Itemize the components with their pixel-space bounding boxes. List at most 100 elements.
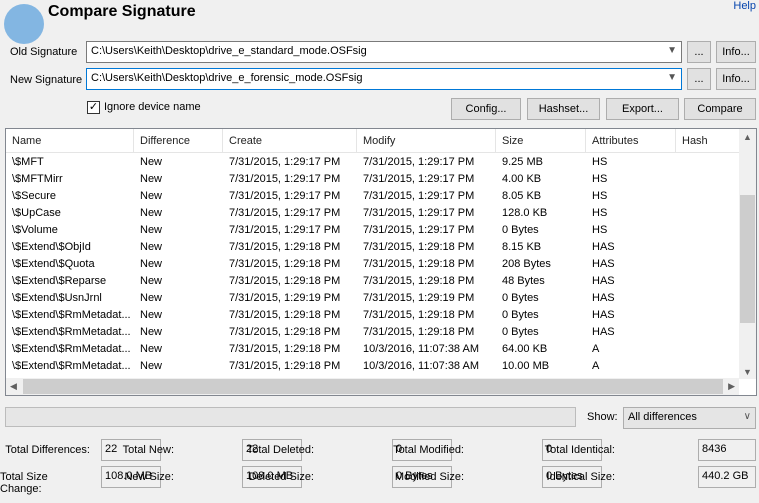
differences-list[interactable]: Name Difference Create Modify Size Attributes… — [5, 128, 757, 396]
table-cell: 7/31/2015, 1:29:18 PM — [363, 258, 475, 270]
table-cell: HS — [592, 156, 608, 168]
export-button[interactable]: Export... — [606, 98, 679, 120]
scroll-down-icon[interactable]: ▼ — [743, 367, 752, 377]
table-cell: HAS — [592, 275, 615, 287]
table-cell: 10/3/2016, 11:07:38 AM — [363, 360, 479, 372]
table-row[interactable]: \$MFT New 7/31/2015, 1:29:17 PM 7/31/2015, … — [6, 154, 741, 171]
scroll-left-icon[interactable]: ◀ — [10, 381, 17, 392]
table-cell: 128.0 KB — [502, 207, 548, 219]
help-link[interactable]: Help — [733, 0, 756, 12]
table-cell: 7/31/2015, 1:29:18 PM — [229, 275, 341, 287]
table-cell: 7/31/2015, 1:29:17 PM — [229, 173, 341, 185]
table-cell: 8.05 KB — [502, 190, 542, 202]
table-cell: 64.00 KB — [502, 343, 548, 355]
table-row[interactable]: \$Extend\$ObjId New 7/31/2015, 1:29:18 PM 7… — [6, 239, 741, 256]
table-cell: \$MFT — [12, 156, 44, 168]
scroll-up-icon[interactable]: ▲ — [743, 132, 752, 142]
old-signature-field[interactable]: C:\Users\Keith\Desktop\drive_e_standard_… — [86, 41, 682, 63]
column-header[interactable]: Create — [223, 129, 357, 153]
table-cell: 7/31/2015, 1:29:18 PM — [229, 360, 341, 372]
column-header[interactable]: Hash — [676, 129, 741, 153]
table-cell: 208 Bytes — [502, 258, 551, 270]
table-cell: \$Extend\$UsnJrnl — [12, 292, 102, 304]
table-cell: \$Volume — [12, 224, 58, 236]
table-row[interactable]: \$Extend\$RmMetadat... New 7/31/2015, 1:29… — [6, 341, 741, 358]
table-cell: 10.00 MB — [502, 360, 550, 372]
scrollbar-thumb[interactable] — [740, 195, 755, 323]
table-row[interactable]: \$Extend\$UsnJrnl New 7/31/2015, 1:29:19 P… — [6, 290, 741, 307]
table-cell: 7/31/2015, 1:29:18 PM — [363, 309, 475, 321]
table-cell: New — [140, 258, 163, 270]
table-cell: New — [140, 309, 163, 321]
table-row[interactable]: \$Extend\$RmMetadat... New 7/31/2015, 1:29… — [6, 324, 741, 341]
column-header[interactable]: Difference — [134, 129, 223, 153]
table-row[interactable]: \$Extend\$RmMetadat... New 7/31/2015, 1:29… — [6, 307, 741, 324]
stat-label: Total New: — [122, 444, 174, 456]
chevron-down-icon[interactable]: ▼ — [667, 72, 677, 83]
table-row[interactable]: \$MFTMirr New 7/31/2015, 1:29:17 PM 7/31/20… — [6, 171, 741, 188]
table-cell: New — [140, 343, 163, 355]
new-signature-label: New Signature — [10, 74, 83, 86]
table-row[interactable]: \$UpCase New 7/31/2015, 1:29:17 PM 7/31/201… — [6, 205, 741, 222]
table-cell: HAS — [592, 258, 615, 270]
table-cell: 9.25 MB — [502, 156, 543, 168]
scrollbar-thumb[interactable] — [23, 379, 723, 394]
table-cell: 0 Bytes — [502, 326, 539, 338]
table-cell: 7/31/2015, 1:29:18 PM — [363, 241, 475, 253]
table-cell: New — [140, 173, 163, 185]
table-cell: New — [140, 326, 163, 338]
progress-bar — [5, 407, 576, 427]
table-row[interactable]: \$Extend\$Reparse New 7/31/2015, 1:29:18 P… — [6, 273, 741, 290]
list-header: Name Difference Create Modify Size Attributes… — [6, 129, 741, 153]
table-row[interactable]: \$Extend\$Quota New 7/31/2015, 1:29:18 PM 7… — [6, 256, 741, 273]
table-cell: \$Extend\$RmMetadat... — [12, 343, 131, 355]
table-cell: 7/31/2015, 1:29:17 PM — [363, 224, 475, 236]
table-cell: A — [592, 360, 600, 372]
old-signature-label: Old Signature — [10, 46, 78, 58]
old-info-button[interactable]: Info... — [716, 41, 756, 63]
stat-label: New Size: — [124, 471, 174, 483]
hashset-button[interactable]: Hashset... — [527, 98, 600, 120]
chevron-down-icon[interactable]: ▼ — [667, 45, 677, 56]
column-header[interactable]: Size — [496, 129, 586, 153]
column-header[interactable]: Name — [6, 129, 134, 153]
column-header[interactable]: Attributes — [586, 129, 676, 153]
table-cell: \$Extend\$RmMetadat... — [12, 309, 131, 321]
table-cell: 7/31/2015, 1:29:18 PM — [363, 275, 475, 287]
table-cell: New — [140, 224, 163, 236]
table-cell: 7/31/2015, 1:29:18 PM — [229, 258, 341, 270]
scroll-right-icon[interactable]: ▶ — [728, 381, 735, 392]
config-button[interactable]: Config... — [451, 98, 521, 120]
table-cell: \$Extend\$ObjId — [12, 241, 91, 253]
table-cell: 7/31/2015, 1:29:18 PM — [229, 326, 341, 338]
column-header[interactable]: Modify — [357, 129, 496, 153]
old-browse-button[interactable]: ... — [687, 41, 711, 63]
show-value: All differences — [628, 411, 697, 423]
vertical-scrollbar[interactable]: ▲ ▼ — [739, 129, 756, 379]
new-signature-field[interactable]: C:\Users\Keith\Desktop\drive_e_forensic_… — [86, 68, 682, 90]
table-cell: \$Extend\$Quota — [12, 258, 95, 270]
stat-label: Total Modified: — [393, 444, 464, 456]
table-cell: HAS — [592, 326, 615, 338]
new-info-button[interactable]: Info... — [716, 68, 756, 90]
new-browse-button[interactable]: ... — [687, 68, 711, 90]
old-signature-value: C:\Users\Keith\Desktop\drive_e_standard_… — [91, 45, 367, 57]
table-cell: 0 Bytes — [502, 224, 539, 236]
table-cell: New — [140, 275, 163, 287]
table-cell: New — [140, 241, 163, 253]
app-logo — [4, 4, 44, 44]
show-label: Show: — [587, 411, 618, 423]
table-cell: \$MFTMirr — [12, 173, 63, 185]
table-cell: HS — [592, 207, 608, 219]
show-select[interactable]: All differences ∨ — [623, 407, 756, 429]
table-cell: 7/31/2015, 1:29:17 PM — [229, 190, 341, 202]
horizontal-scrollbar[interactable]: ◀ ▶ — [6, 378, 739, 395]
table-cell: \$Extend\$RmMetadat... — [12, 360, 131, 372]
table-cell: New — [140, 207, 163, 219]
table-cell: 7/31/2015, 1:29:19 PM — [363, 292, 475, 304]
table-row[interactable]: \$Secure New 7/31/2015, 1:29:17 PM 7/31/201… — [6, 188, 741, 205]
ignore-device-checkbox[interactable]: ✓ — [87, 101, 100, 114]
table-row[interactable]: \$Extend\$RmMetadat... New 7/31/2015, 1:29… — [6, 358, 741, 375]
compare-button[interactable]: Compare — [684, 98, 756, 120]
table-row[interactable]: \$Volume New 7/31/2015, 1:29:17 PM 7/31/201… — [6, 222, 741, 239]
